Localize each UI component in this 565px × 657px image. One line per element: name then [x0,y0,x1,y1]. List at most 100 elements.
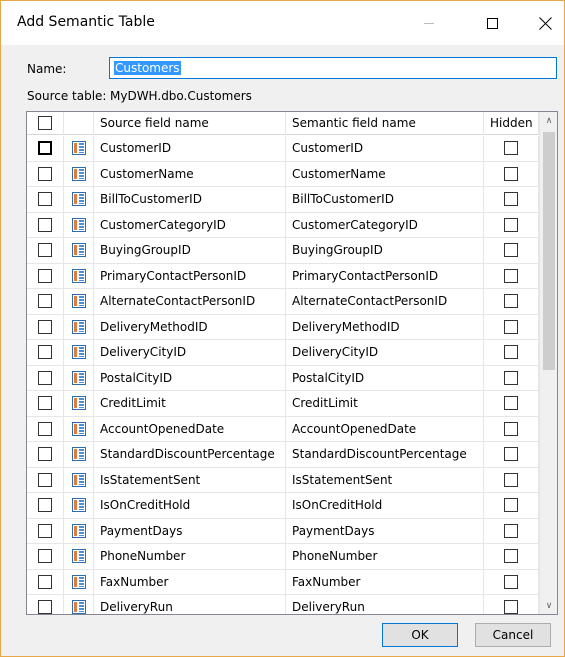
hidden-checkbox[interactable] [504,166,518,181]
header-hidden[interactable]: Hidden [484,112,539,135]
header-semantic-field[interactable]: Semantic field name [286,112,484,135]
table-row[interactable]: IsStatementSent IsStatementSent [27,467,539,493]
table-row[interactable]: PaymentDays PaymentDays [27,518,539,544]
semantic-field-name[interactable]: FaxNumber [286,569,484,595]
row-select-checkbox[interactable] [38,192,52,206]
vertical-scrollbar[interactable]: ∧ ∨ [539,112,557,614]
table-row[interactable]: CreditLimit CreditLimit [27,391,539,417]
hidden-checkbox[interactable] [504,268,518,283]
table-row[interactable]: BillToCustomerID BillToCustomerID [27,187,539,213]
semantic-field-name[interactable]: StandardDiscountPercentage [286,442,484,467]
row-select-cell [27,416,64,442]
hidden-checkbox[interactable] [504,523,518,538]
table-row[interactable]: PhoneNumber PhoneNumber [27,544,539,570]
hidden-checkbox[interactable] [504,498,518,512]
semantic-field-name[interactable]: BillToCustomerID [286,187,484,212]
row-select-checkbox[interactable] [38,498,52,512]
hidden-checkbox[interactable] [504,192,518,206]
semantic-field-name[interactable]: CreditLimit [286,391,484,416]
semantic-field-name[interactable]: BuyingGroupID [286,238,484,263]
chevron-up-icon: ∧ [545,115,553,126]
table-row[interactable]: AccountOpenedDate AccountOpenedDate [27,416,539,442]
row-select-cell [27,187,64,212]
hidden-checkbox[interactable] [504,217,518,232]
table-row[interactable]: FaxNumber FaxNumber [27,569,539,595]
row-select-checkbox[interactable] [38,396,52,410]
semantic-field-name[interactable]: DeliveryCityID [286,340,484,365]
row-select-checkbox[interactable] [38,345,52,359]
table-row[interactable]: CustomerName CustomerName [27,161,539,187]
row-icon-cell [64,238,94,263]
hidden-checkbox[interactable] [504,345,518,359]
semantic-field-name[interactable]: PhoneNumber [286,544,484,569]
row-select-checkbox[interactable] [38,549,52,563]
row-icon-cell [64,314,94,340]
row-select-checkbox[interactable] [38,166,52,181]
table-row[interactable]: DeliveryMethodID DeliveryMethodID [27,314,539,340]
semantic-field-name[interactable]: CustomerName [286,161,484,187]
semantic-field-name[interactable]: CustomerCategoryID [286,212,484,238]
scroll-up-button[interactable]: ∧ [540,112,557,129]
row-select-checkbox[interactable] [38,523,52,538]
header-source-field[interactable]: Source field name [94,112,286,135]
semantic-field-name[interactable]: DeliveryRun [286,595,484,614]
hidden-checkbox[interactable] [504,243,518,257]
row-select-checkbox[interactable] [38,472,52,487]
scroll-down-button[interactable]: ∨ [540,597,557,614]
select-all-checkbox[interactable] [38,116,52,130]
minimize-button[interactable] [406,1,452,45]
row-select-checkbox[interactable] [38,319,52,334]
name-input[interactable]: Customers [109,57,557,79]
hidden-checkbox[interactable] [504,600,518,614]
ok-button[interactable]: OK [382,623,458,647]
row-select-checkbox[interactable] [38,217,52,232]
hidden-checkbox[interactable] [504,574,518,589]
row-select-checkbox[interactable] [38,370,52,385]
row-select-checkbox[interactable] [38,600,52,614]
hidden-checkbox[interactable] [504,319,518,334]
table-row[interactable]: PrimaryContactPersonID PrimaryContactPers… [27,263,539,289]
hidden-checkbox[interactable] [504,549,518,563]
source-field-name: CustomerName [94,161,286,187]
row-select-checkbox[interactable] [38,421,52,436]
hidden-checkbox[interactable] [504,141,518,155]
table-row[interactable]: DeliveryRun DeliveryRun [27,595,539,614]
semantic-field-name[interactable]: CustomerID [286,136,484,161]
hidden-checkbox[interactable] [504,294,518,308]
table-row[interactable]: CustomerID CustomerID [27,136,539,162]
table-row[interactable]: CustomerCategoryID CustomerCategoryID [27,212,539,238]
semantic-field-name[interactable]: DeliveryMethodID [286,314,484,340]
semantic-field-name[interactable]: AccountOpenedDate [286,416,484,442]
scroll-thumb[interactable] [543,132,555,370]
row-hidden-cell [484,569,539,595]
row-select-checkbox[interactable] [38,294,52,308]
table-row[interactable]: PostalCityID PostalCityID [27,365,539,391]
row-select-checkbox[interactable] [38,574,52,589]
row-select-checkbox[interactable] [38,447,52,461]
maximize-button[interactable] [469,1,515,45]
semantic-field-name[interactable]: IsStatementSent [286,467,484,493]
row-select-checkbox[interactable] [38,141,52,155]
title-bar: Add Semantic Table [1,1,564,45]
cancel-button[interactable]: Cancel [475,623,551,647]
close-button[interactable] [522,1,565,45]
hidden-checkbox[interactable] [504,447,518,461]
row-select-checkbox[interactable] [38,268,52,283]
minimize-icon [424,22,434,24]
semantic-field-name[interactable]: PostalCityID [286,365,484,391]
semantic-field-name[interactable]: PaymentDays [286,518,484,544]
row-select-cell [27,263,64,289]
semantic-field-name[interactable]: PrimaryContactPersonID [286,263,484,289]
semantic-field-name[interactable]: AlternateContactPersonID [286,289,484,314]
table-row[interactable]: DeliveryCityID DeliveryCityID [27,340,539,366]
hidden-checkbox[interactable] [504,396,518,410]
hidden-checkbox[interactable] [504,421,518,436]
table-row[interactable]: AlternateContactPersonID AlternateContact… [27,289,539,315]
table-row[interactable]: BuyingGroupID BuyingGroupID [27,238,539,264]
row-select-checkbox[interactable] [38,243,52,257]
semantic-field-name[interactable]: IsOnCreditHold [286,493,484,518]
hidden-checkbox[interactable] [504,370,518,385]
hidden-checkbox[interactable] [504,472,518,487]
table-row[interactable]: IsOnCreditHold IsOnCreditHold [27,493,539,519]
table-row[interactable]: StandardDiscountPercentage StandardDiscou… [27,442,539,468]
